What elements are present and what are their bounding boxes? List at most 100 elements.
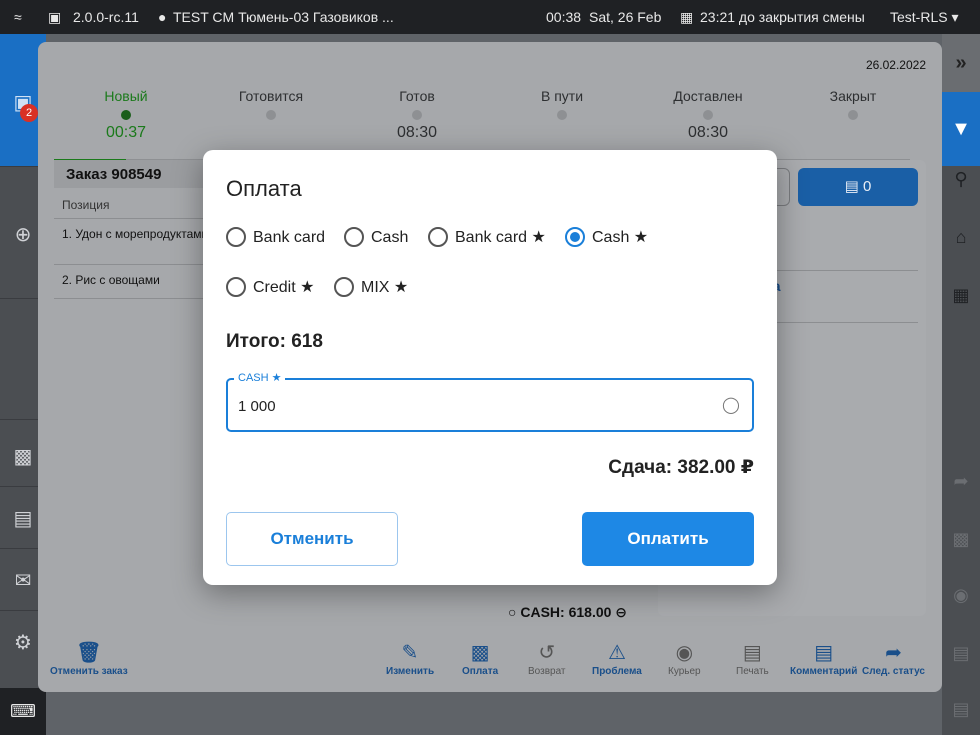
option-label: Bank card ★ [455,229,546,246]
wallet-icon: ▩ [470,642,490,664]
gear-icon[interactable]: ⚙ [12,632,34,654]
step-time: 08:30 [687,124,729,141]
apps-grid-icon[interactable]: ▦ [950,284,972,306]
step-label: В пути [540,88,584,104]
document-icon[interactable]: ▤ [12,508,34,530]
add-circle-icon[interactable]: ⊕ [12,224,34,246]
payment-option-bank-card[interactable]: Bank card [226,226,325,250]
search-icon[interactable]: ⚲ [950,168,972,190]
comment-button[interactable]: ▤ Комментарий [790,640,857,677]
right-rail: » ▼ ⚲ ⌂ ▦ ➦ ▩ ◉ ▤ ▤ [942,34,980,735]
comment-icon: ▤ [814,642,834,664]
step-label: Закрыт [829,88,877,104]
button-label: Курьер [668,666,701,677]
refund-button[interactable]: ↺ Возврат [528,640,566,677]
cash-summary-text: CASH: 618.00 [520,604,612,620]
payment-option-mix-star[interactable]: MIX ★ [334,276,408,300]
user-menu[interactable]: Test-RLS ▾ [890,9,959,26]
scooter-icon: ◉ [675,642,694,664]
comments-button[interactable]: ▤ 0 [798,168,918,206]
expand-chevron-icon[interactable]: » [942,34,980,92]
dialog-title: Оплата [226,176,302,201]
step-label: Готовится [238,88,304,104]
cancel-button[interactable]: Отменить [226,512,398,566]
order-toolbar: 🗑 Отменить заказ ✎ Изменить ▩ Оплата ↺ Возвр… [38,638,942,692]
step-dot [848,110,858,120]
payment-option-bank-card-star[interactable]: Bank card ★ [428,226,546,250]
step-dot [412,110,422,120]
payment-option-credit-star[interactable]: Credit ★ [226,276,314,300]
payment-button[interactable]: ▩ Оплата [462,640,498,677]
problem-button[interactable]: ⚠ Проблема [592,640,642,677]
forward-icon[interactable]: ➦ [950,470,972,492]
wallet-icon[interactable]: ▩ [950,528,972,550]
step-label: Новый [104,88,148,104]
edit-button[interactable]: ✎ Изменить [386,640,434,677]
wifi-icon: ≈ [14,9,22,25]
order-date: 26.02.2022 [865,58,926,72]
radio-circle [428,226,448,247]
radio-circle [565,226,585,247]
radio-circle [226,276,246,297]
payment-summary: ○ CASH: 618.00 ⊖ [508,604,627,621]
button-label: След. статус [862,666,925,677]
button-label: Печать [736,666,769,677]
comment-icon: ▤ [844,178,859,195]
clock-date: Sat, 26 Feb [589,9,662,25]
cash-field-label: CASH ★ [234,371,286,384]
system-status-bar: ≈ ▣ 2.0.0-rc.11 ● TEST CM Тюмень-03 Газо… [0,0,980,34]
next-status-button[interactable]: ➦ След. статус [862,640,925,677]
payment-option-cash-star[interactable]: Cash ★ [565,226,648,250]
cash-amount-input[interactable] [238,394,708,418]
printer-icon: ▤ [742,642,762,664]
pay-button[interactable]: Оплатить [582,512,754,566]
orders-badge: 2 [20,104,38,122]
home-icon[interactable]: ⌂ [950,226,972,248]
items-column-header: Позиция [62,198,110,212]
step-time: 08:30 [396,124,438,141]
order-total: Итого: 618 [226,331,323,352]
cash-amount-field: CASH ★ ◯ [226,371,754,432]
pencil-icon: ✎ [401,642,419,664]
forward-icon: ➦ [885,642,902,664]
step-dot [557,110,567,120]
warning-icon: ⚠ [607,642,626,664]
step-time: 00:37 [105,124,147,141]
print-button[interactable]: ▤ Печать [736,640,769,677]
step-label: Доставлен [673,88,743,104]
comment-icon[interactable]: ▤ [950,698,972,720]
payment-dialog: Оплата Bank card Cash Bank card ★ Cash ★… [203,150,777,585]
status-stepper: Новый 00:37 Готовится Готов 08:30 В пути… [38,88,942,162]
location-pin-icon: ● [158,9,167,25]
app-version: 2.0.0-rc.11 [73,9,139,25]
button-label: Проблема [592,666,642,677]
mail-icon[interactable]: ✉ [12,570,34,592]
option-label: Credit ★ [253,279,315,296]
radio-circle [334,276,354,297]
change-amount: Сдача: 382.00 ₽ [608,457,754,478]
radio-circle [226,226,246,247]
coins-icon: ○ [508,604,517,620]
refund-icon: ↺ [538,642,556,664]
monitor-icon: ▣ [48,9,62,25]
option-label: Cash ★ [592,229,649,246]
bar-chart-icon[interactable]: ▩ [12,446,34,468]
payment-option-cash[interactable]: Cash [344,226,408,250]
step-dot [121,110,131,120]
user-name: Test-RLS [890,9,948,25]
printer-icon[interactable]: ▤ [950,642,972,664]
filter-icon[interactable]: ▼ [942,92,980,166]
location-label[interactable]: TEST CM Тюмень-03 Газовиков ... [173,9,394,25]
button-label: Оплата [462,666,499,677]
button-label: Изменить [386,666,435,677]
scooter-icon[interactable]: ◉ [950,584,972,606]
comments-count: 0 [863,178,872,195]
keyboard-icon[interactable]: ⌨ [0,688,46,735]
remove-circle-icon[interactable]: ⊖ [615,604,627,620]
clock-time: 00:38 [546,9,582,25]
cancel-order-button[interactable]: 🗑 Отменить заказ [50,640,128,677]
step-dot [703,110,713,120]
courier-button[interactable]: ◉ Курьер [668,640,701,677]
radio-circle [344,226,364,247]
coins-icon[interactable]: ◯ [720,395,742,417]
